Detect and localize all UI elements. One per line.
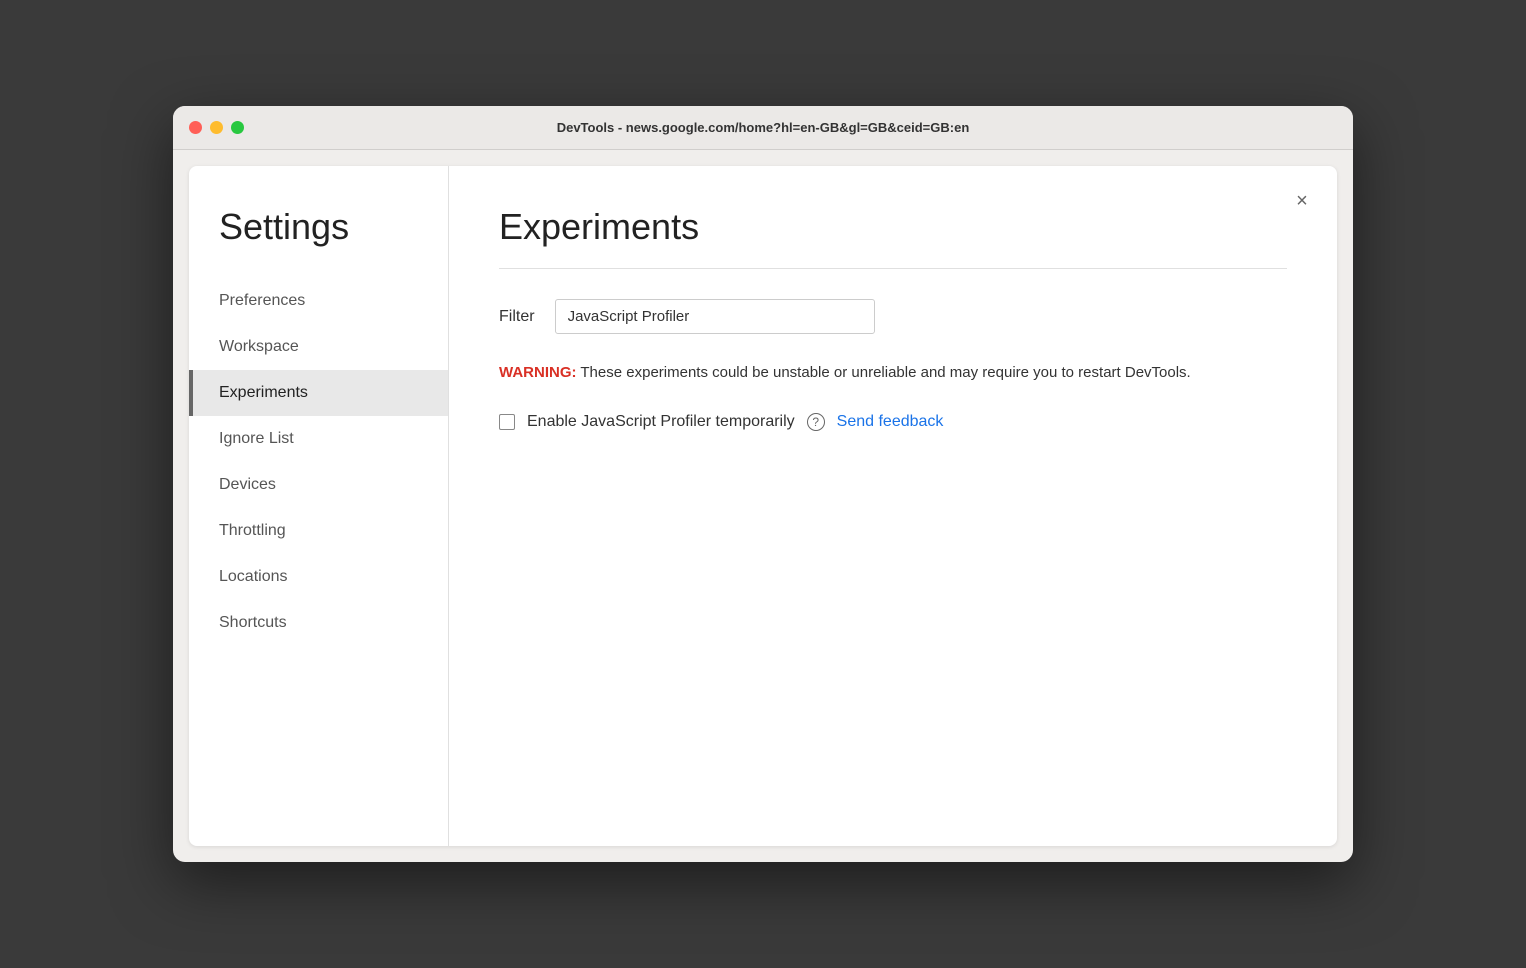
sidebar-item-throttling[interactable]: Throttling <box>189 508 448 554</box>
maximize-traffic-light[interactable] <box>231 121 244 134</box>
sidebar-item-devices[interactable]: Devices <box>189 462 448 508</box>
sidebar-item-preferences[interactable]: Preferences <box>189 278 448 324</box>
title-bar: DevTools - news.google.com/home?hl=en-GB… <box>173 106 1353 150</box>
sidebar-item-workspace[interactable]: Workspace <box>189 324 448 370</box>
checkbox-container: Enable JavaScript Profiler temporarily <box>499 413 795 431</box>
settings-heading: Settings <box>189 206 448 278</box>
experiment-label: Enable JavaScript Profiler temporarily <box>527 413 795 431</box>
warning-label: WARNING: <box>499 364 577 381</box>
sidebar-item-shortcuts[interactable]: Shortcuts <box>189 600 448 646</box>
send-feedback-link[interactable]: Send feedback <box>837 413 944 431</box>
sidebar-item-ignore-list[interactable]: Ignore List <box>189 416 448 462</box>
window-content: Settings Preferences Workspace Experimen… <box>189 166 1337 846</box>
filter-label: Filter <box>499 308 535 326</box>
sidebar-item-locations[interactable]: Locations <box>189 554 448 600</box>
close-traffic-light[interactable] <box>189 121 202 134</box>
close-button[interactable]: × <box>1287 186 1317 216</box>
warning-box: WARNING: These experiments could be unst… <box>499 362 1287 385</box>
page-title: Experiments <box>499 206 1287 248</box>
window-title: DevTools - news.google.com/home?hl=en-GB… <box>557 120 970 135</box>
experiment-item: Enable JavaScript Profiler temporarily ?… <box>499 413 1287 431</box>
sidebar-item-experiments[interactable]: Experiments <box>189 370 448 416</box>
sidebar: Settings Preferences Workspace Experimen… <box>189 166 449 846</box>
filter-input[interactable] <box>555 299 875 334</box>
section-divider <box>499 268 1287 269</box>
traffic-lights <box>189 121 244 134</box>
warning-text: WARNING: These experiments could be unst… <box>499 362 1287 385</box>
help-icon[interactable]: ? <box>807 413 825 431</box>
minimize-traffic-light[interactable] <box>210 121 223 134</box>
sidebar-nav: Preferences Workspace Experiments Ignore… <box>189 278 448 646</box>
main-content: × Experiments Filter WARNING: These expe… <box>449 166 1337 846</box>
js-profiler-checkbox[interactable] <box>499 414 515 430</box>
browser-window: DevTools - news.google.com/home?hl=en-GB… <box>173 106 1353 862</box>
filter-row: Filter <box>499 299 1287 334</box>
